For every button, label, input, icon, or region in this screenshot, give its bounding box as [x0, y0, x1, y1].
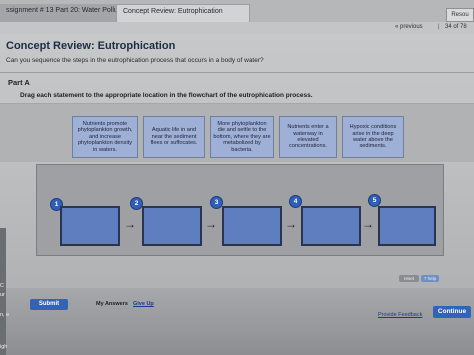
screen: ssignment # 13 Part 20: Water Pollut... …	[0, 0, 474, 355]
page-title: Concept Review: Eutrophication	[6, 40, 176, 52]
drop-target-1[interactable]	[60, 206, 120, 246]
divider	[0, 72, 474, 73]
draggable-card-aquatic-life[interactable]: Aquatic life in and near the sediment fl…	[143, 116, 205, 158]
nav-strip: « previous | 34 of 78	[0, 22, 474, 34]
instruction-text: Drag each statement to the appropriate l…	[20, 92, 313, 99]
edge-label: ur	[0, 292, 5, 298]
nav-separator: |	[438, 24, 440, 30]
draggable-card-nutrients-enter[interactable]: Nutrients enter a waterway in elevated c…	[279, 116, 337, 158]
drop-target-4[interactable]	[301, 206, 361, 246]
edge-label: C	[0, 283, 4, 289]
part-label: Part A	[8, 78, 30, 87]
give-up-link[interactable]: Give Up	[133, 301, 154, 307]
my-answers-label: My Answers	[96, 301, 128, 307]
tab-concept-review[interactable]: Concept Review: Eutrophication	[116, 4, 250, 23]
flow-arrow-icon: →	[124, 217, 136, 231]
reset-button[interactable]: reset	[399, 275, 419, 282]
draggable-card-hypoxic-conditions[interactable]: Hypoxic conditions arise in the deep wat…	[342, 116, 404, 158]
edge-label: n, e	[0, 312, 10, 318]
draggable-card-nutrients-promote[interactable]: Nutrients promote phytoplankton growth, …	[72, 116, 138, 158]
footer-area	[0, 288, 474, 355]
drop-target-5[interactable]	[378, 206, 436, 246]
resources-button[interactable]: Resou	[446, 8, 474, 22]
flow-arrow-icon: →	[285, 217, 297, 231]
edge-label: igh	[0, 344, 8, 350]
tab-assignment[interactable]: ssignment # 13 Part 20: Water Pollut...	[0, 4, 126, 22]
page-count: 34 of 78	[445, 24, 467, 30]
browser-tab-bar: ssignment # 13 Part 20: Water Pollut... …	[0, 0, 474, 23]
question-text: Can you sequence the steps in the eutrop…	[6, 57, 264, 64]
previous-link[interactable]: « previous	[395, 24, 423, 30]
continue-button[interactable]: Continue	[433, 306, 471, 318]
drop-target-3[interactable]	[222, 206, 282, 246]
drop-target-2[interactable]	[142, 206, 202, 246]
submit-button[interactable]: Submit	[30, 299, 68, 310]
flow-arrow-icon: →	[362, 217, 374, 231]
draggable-card-more-phytoplankton[interactable]: More phytoplankton die and settle to the…	[210, 116, 274, 158]
flow-arrow-icon: →	[205, 217, 217, 231]
provide-feedback-link[interactable]: Provide Feedback	[378, 312, 422, 318]
help-button[interactable]: ? help	[421, 275, 439, 282]
